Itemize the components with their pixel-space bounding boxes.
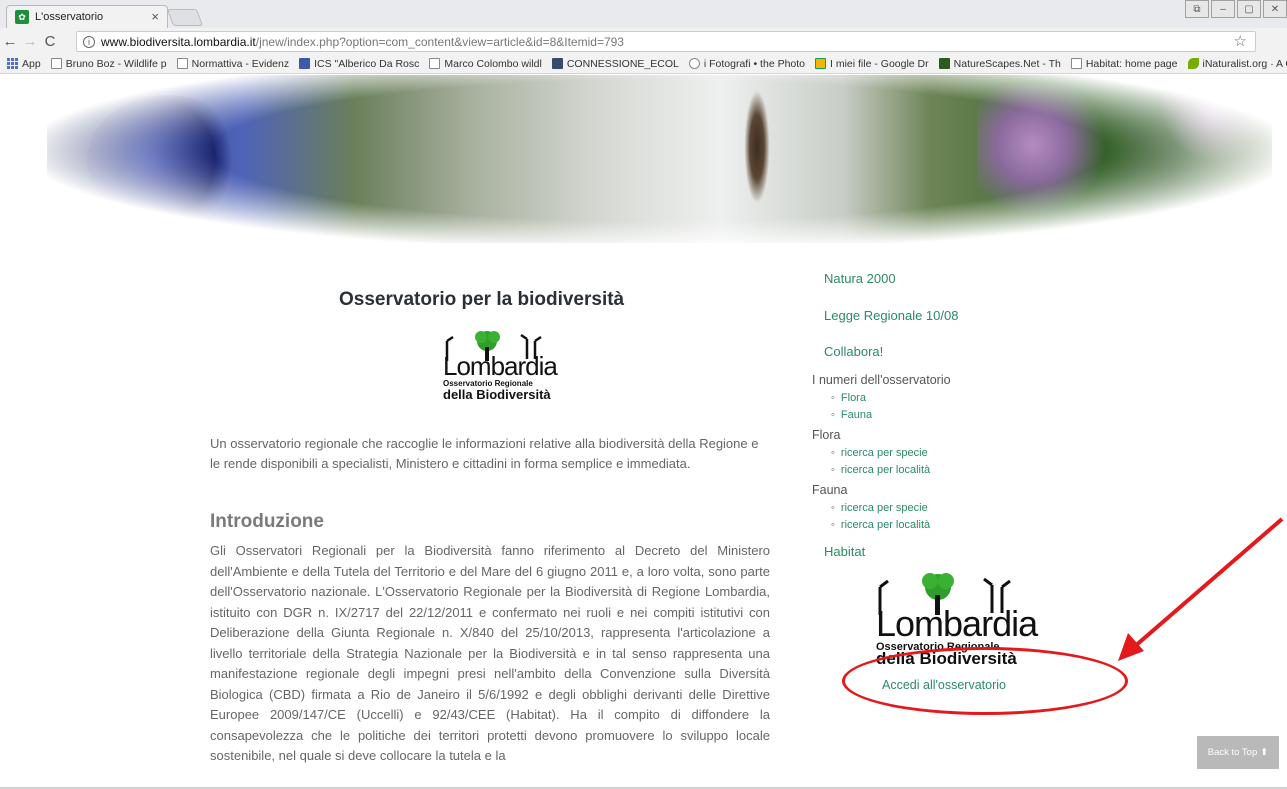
web-page: Osservatorio per la biodiversità Lombard…: [0, 75, 1287, 789]
bookmark-item[interactable]: NatureScapes.Net - Th: [938, 58, 1061, 70]
logo-word: Lombardia: [876, 603, 1038, 644]
link-flora-specie[interactable]: ricerca per specie: [831, 447, 928, 459]
page-icon: [176, 58, 188, 69]
link-legge-regionale[interactable]: Legge Regionale 10/08: [824, 308, 958, 323]
header-banner-image: [47, 75, 1272, 243]
link-fauna-specie[interactable]: ricerca per specie: [831, 502, 928, 514]
bookmark-item[interactable]: ICS "Alberico Da Rosc: [299, 58, 419, 70]
page-title: Osservatorio per la biodiversità: [339, 289, 625, 310]
forward-icon[interactable]: →: [20, 33, 40, 50]
body-paragraph: Gli Osservatori Regionali per la Biodive…: [210, 543, 770, 763]
bookmark-item[interactable]: i Fotografi • the Photo: [688, 58, 805, 70]
bookmarks-bar: App Bruno Boz - Wildlife p Normattiva - …: [0, 54, 1287, 74]
link-numeri-fauna[interactable]: Fauna: [831, 409, 872, 421]
drive-icon: [815, 58, 827, 69]
bookmark-item[interactable]: Bruno Boz - Wildlife p: [50, 58, 167, 70]
address-bar[interactable]: i www.biodiversita.lombardia.it /jnew/in…: [76, 31, 1256, 52]
minimize-button[interactable]: –: [1211, 0, 1235, 18]
naturescapes-icon: [938, 58, 950, 69]
profile-button[interactable]: ⧉: [1185, 0, 1209, 18]
arrow-up-circle-icon: ⬆: [1260, 747, 1269, 758]
bookmark-item[interactable]: I miei file - Google Dr: [815, 58, 929, 70]
url-host: www.biodiversita.lombardia.it: [101, 34, 256, 49]
close-window-button[interactable]: ✕: [1263, 0, 1287, 18]
intro-paragraph: Un osservatorio regionale che raccoglie …: [210, 436, 759, 471]
url-path: /jnew/index.php?option=com_content&view=…: [255, 34, 624, 49]
reload-icon[interactable]: C: [40, 33, 60, 50]
leaf-icon: [1187, 58, 1199, 69]
favicon-icon: ✿: [15, 10, 29, 24]
lombardia-logo: Lombardia Osservatorio Regionale della B…: [441, 329, 561, 404]
back-icon[interactable]: ←: [0, 33, 20, 50]
bookmark-star-icon[interactable]: ☆: [1234, 32, 1247, 50]
logo-subtitle-2: della Biodiversità: [443, 387, 551, 402]
link-habitat[interactable]: Habitat: [824, 544, 865, 559]
bookmark-item[interactable]: Normattiva - Evidenz: [176, 58, 289, 70]
maximize-button[interactable]: ▢: [1237, 0, 1261, 18]
page-icon: [429, 58, 441, 69]
new-tab-button[interactable]: [166, 9, 204, 26]
logo-word: Lombardia: [443, 351, 558, 381]
window-controls: ⧉ – ▢ ✕: [1185, 0, 1287, 18]
annotation-arrow: [1118, 517, 1284, 661]
link-numeri-flora[interactable]: Flora: [831, 392, 866, 404]
bookmark-item[interactable]: CONNESSIONE_ECOL: [551, 58, 679, 70]
link-natura2000[interactable]: Natura 2000: [824, 271, 896, 286]
section-heading: Introduzione: [210, 511, 324, 532]
close-tab-icon[interactable]: ×: [151, 9, 159, 24]
heading-flora: Flora: [812, 428, 841, 442]
link-collabora[interactable]: Collabora!: [824, 344, 883, 359]
heading-numeri: I numeri dell'osservatorio: [812, 373, 951, 387]
link-fauna-localita[interactable]: ricerca per località: [831, 519, 930, 531]
banner-flower: [87, 95, 247, 225]
heading-fauna: Fauna: [812, 483, 848, 497]
apps-icon: [7, 58, 18, 69]
tab-title: L'osservatorio: [35, 11, 104, 23]
tab-strip: ✿ L'osservatorio × ⧉ – ▢ ✕: [0, 0, 1287, 28]
browser-tab[interactable]: ✿ L'osservatorio ×: [6, 5, 168, 28]
film-icon: [551, 58, 563, 69]
page-icon: [50, 58, 62, 69]
link-flora-localita[interactable]: ricerca per località: [831, 464, 930, 476]
page-icon: [1070, 58, 1082, 69]
bookmark-item[interactable]: Habitat: home page: [1070, 58, 1178, 70]
flower-icon: [688, 58, 700, 69]
annotation-ellipse: [842, 647, 1128, 715]
bookmark-item[interactable]: Marco Colombo wildl: [429, 58, 542, 70]
shield-icon: [299, 58, 311, 69]
back-to-top-button[interactable]: Back to Top ⬆: [1197, 736, 1279, 769]
info-icon[interactable]: i: [83, 35, 95, 48]
address-toolbar: ← → C i www.biodiversita.lombardia.it /j…: [0, 28, 1287, 54]
back-to-top-label: Back to Top: [1207, 747, 1258, 758]
bookmark-item[interactable]: iNaturalist.org · A Cor: [1187, 58, 1287, 70]
banner-spider: [727, 75, 787, 235]
bookmark-apps[interactable]: App: [7, 58, 41, 70]
banner-thistle: [977, 85, 1257, 235]
